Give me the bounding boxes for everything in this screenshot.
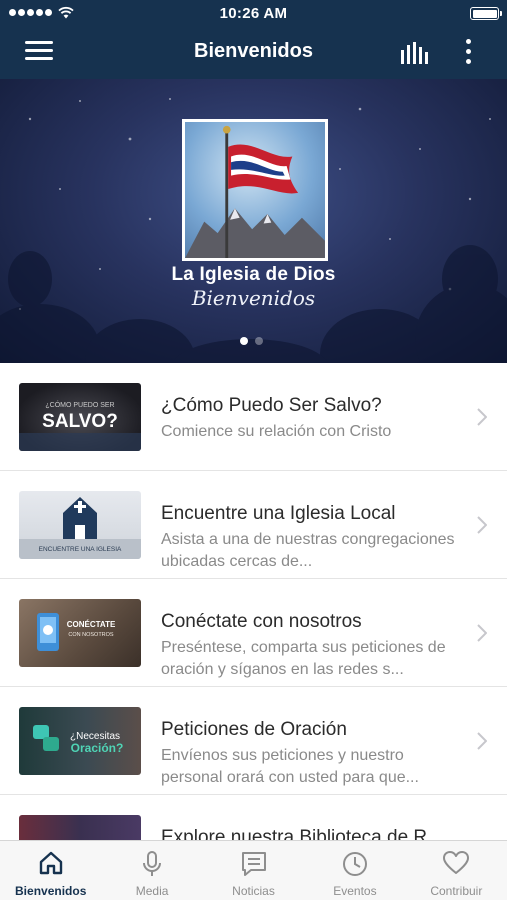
thumbnail-connect: CONÉCTATE CON NOSOTROS (19, 599, 141, 667)
svg-text:¿CÓMO PUEDO SER: ¿CÓMO PUEDO SER (45, 400, 114, 409)
list-item-subtitle: Preséntese, comparta sus peticiones de o… (161, 639, 446, 678)
page-dot-1[interactable] (240, 337, 248, 345)
hero-title: La Iglesia de Dios (171, 264, 336, 285)
svg-text:SALVO?: SALVO? (42, 411, 118, 432)
thumbnail-prayer: ¿Necesitas Oración? (19, 707, 141, 775)
list-item-title: Encuentre una Iglesia Local (161, 503, 396, 524)
navigation-bar: Bienvenidos (0, 26, 507, 79)
content-list: ¿CÓMO PUEDO SER SALVO? ¿Cómo Puedo Ser S… (0, 363, 507, 840)
heart-icon (443, 851, 470, 874)
list-item-title: Peticiones de Oración (161, 719, 347, 740)
church-logo (182, 119, 328, 261)
tab-bienvenidos[interactable]: Bienvenidos (0, 841, 101, 900)
list-item-title: ¿Cómo Puedo Ser Salvo? (161, 395, 382, 416)
list-item-title: Conéctate con nosotros (161, 611, 362, 632)
thumbnail-library (19, 815, 141, 840)
thumbnail-find-church: ENCUENTRE UNA IGLESIA (19, 491, 141, 559)
tab-label: Noticias (232, 884, 275, 898)
tab-label: Media (135, 884, 169, 898)
tab-label: Contribuir (430, 884, 483, 898)
clock-icon (342, 852, 367, 876)
list-item-library[interactable]: Explore nuestra Biblioteca de R... (0, 795, 507, 840)
list-item-find-church[interactable]: ENCUENTRE UNA IGLESIA Encuentre una Igle… (0, 471, 507, 579)
tab-eventos[interactable]: Eventos (304, 841, 405, 900)
chevron-right-icon (477, 732, 487, 750)
status-time: 10:26 AM (219, 5, 288, 22)
list-item-prayer[interactable]: ¿Necesitas Oración? Peticiones de Oració… (0, 687, 507, 795)
hero-subtitle: Bienvenidos (191, 286, 316, 310)
microphone-icon (143, 851, 162, 876)
list-item-subtitle: Envíenos sus peticiones y nuestro person… (161, 747, 419, 786)
svg-text:ENCUENTRE UNA IGLESIA: ENCUENTRE UNA IGLESIA (39, 546, 122, 553)
list-item-salvation[interactable]: ¿CÓMO PUEDO SER SALVO? ¿Cómo Puedo Ser S… (0, 363, 507, 471)
tab-bar: Bienvenidos Media Noticias Eventos Contr… (0, 840, 507, 900)
tab-label: Bienvenidos (15, 884, 87, 898)
tab-label: Eventos (333, 884, 377, 898)
svg-text:Oración?: Oración? (71, 741, 124, 755)
news-icon (241, 852, 266, 876)
top-bar: 10:26 AM Bienvenidos (0, 0, 507, 79)
audio-bars-icon[interactable] (400, 41, 430, 65)
list-item-connect[interactable]: CONÉCTATE CON NOSOTROS Conéctate con nos… (0, 579, 507, 687)
tab-contribuir[interactable]: Contribuir (406, 841, 507, 900)
list-item-subtitle: Comience su relación con Cristo (161, 423, 392, 440)
chevron-right-icon (477, 516, 487, 534)
list-item-title: Explore nuestra Biblioteca de R... (161, 827, 443, 840)
hero-carousel[interactable]: La Iglesia de Dios Bienvenidos (0, 79, 507, 363)
chevron-right-icon (477, 624, 487, 642)
more-vertical-icon[interactable] (462, 39, 474, 67)
page-dot-2[interactable] (255, 337, 263, 345)
svg-text:CON NOSOTROS: CON NOSOTROS (68, 632, 114, 638)
svg-text:CONÉCTATE: CONÉCTATE (67, 620, 116, 629)
carousel-page-indicator[interactable] (240, 337, 263, 345)
tab-media[interactable]: Media (101, 841, 202, 900)
tab-noticias[interactable]: Noticias (203, 841, 304, 900)
thumbnail-salvation: ¿CÓMO PUEDO SER SALVO? (19, 383, 141, 451)
status-bar: 10:26 AM (0, 0, 507, 26)
battery-icon (470, 7, 502, 20)
list-item-subtitle: Asista a una de nuestras congregaciones … (161, 531, 455, 570)
home-icon (39, 851, 62, 875)
page-title: Bienvenidos (194, 40, 313, 62)
chevron-right-icon (477, 408, 487, 426)
